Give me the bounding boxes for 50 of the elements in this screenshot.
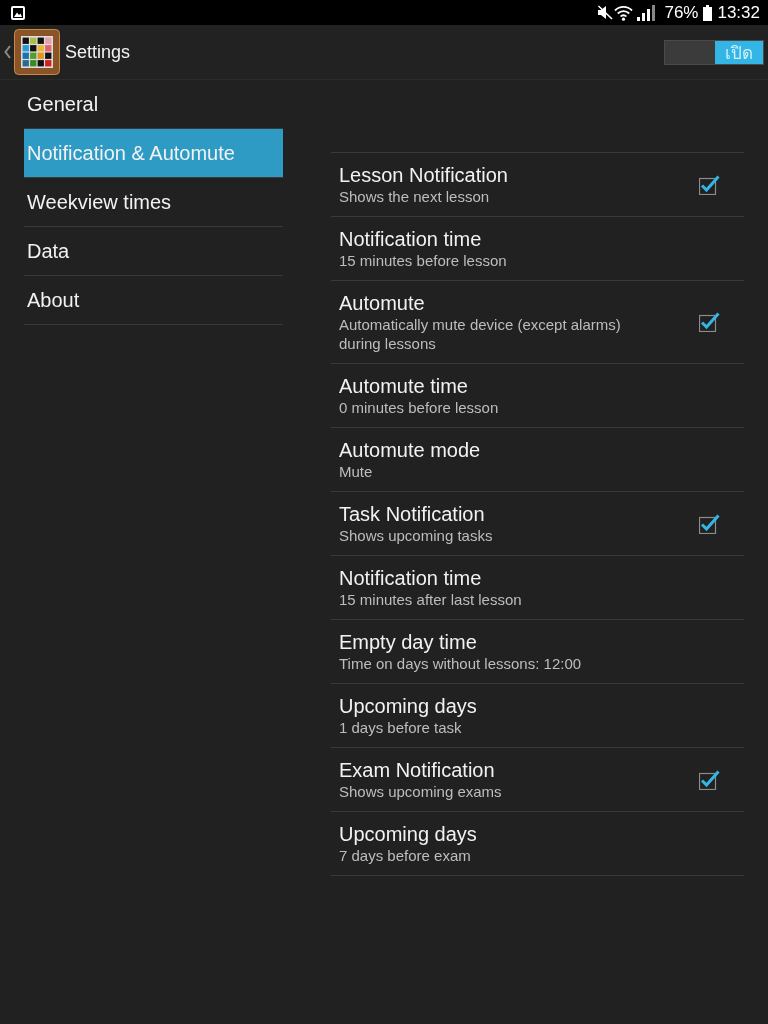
preference-summary: 0 minutes before lesson: [339, 398, 499, 417]
preference-summary: Automatically mute device (except alarms) during lessons: [339, 315, 622, 353]
battery-icon: [703, 4, 713, 21]
preference-row[interactable]: Automute mode Mute: [331, 428, 744, 492]
preference-summary: 7 days before exam: [339, 846, 471, 865]
preference-summary: 1 days before task: [339, 718, 462, 737]
app-icon[interactable]: [14, 29, 60, 75]
preference-row[interactable]: Notification time 15 minutes before lesson: [331, 217, 744, 281]
signal-icon: [637, 4, 656, 21]
preference-title: Empty day time: [339, 630, 477, 654]
preference-title: Notification time: [339, 566, 482, 590]
preference-title: Automute time: [339, 374, 468, 398]
checkbox[interactable]: [699, 769, 720, 790]
battery-percentage: 76%: [664, 2, 699, 23]
preference-summary: Shows upcoming exams: [339, 782, 502, 801]
preference-row[interactable]: Lesson Notification Shows the next lesson: [331, 153, 744, 217]
preference-summary: Mute: [339, 462, 373, 481]
sidebar-item[interactable]: About: [24, 276, 283, 325]
clock: 13:32: [717, 2, 760, 23]
checkbox[interactable]: [699, 513, 720, 534]
preference-row[interactable]: Exam Notification Shows upcoming exams: [331, 748, 744, 812]
preference-title: Lesson Notification: [339, 163, 508, 187]
preference-row[interactable]: Automute time 0 minutes before lesson: [331, 364, 744, 428]
preference-row[interactable]: Notification time 15 minutes after last lesson: [331, 556, 744, 620]
preference-title: Task Notification: [339, 502, 485, 526]
wifi-icon: [614, 4, 634, 21]
preference-summary: 15 minutes before lesson: [339, 251, 507, 270]
checkbox[interactable]: [699, 312, 720, 332]
sidebar-item[interactable]: Data: [24, 227, 283, 276]
preference-summary: Time on days without lessons: 12:00: [339, 654, 582, 673]
preference-summary: 15 minutes after last lesson: [339, 590, 522, 609]
preference-title: Exam Notification: [339, 758, 495, 782]
image-notification-icon: [11, 5, 25, 20]
preference-title: Automute: [339, 291, 425, 315]
preference-row[interactable]: Automute Automatically mute device (except alarms) during lessons: [331, 281, 744, 364]
preference-row[interactable]: Upcoming days 7 days before exam: [331, 812, 744, 876]
preference-title: Notification time: [339, 227, 482, 251]
preference-title: Upcoming days: [339, 694, 477, 718]
mute-icon: [597, 5, 614, 20]
preference-title: Automute mode: [339, 438, 481, 462]
screen-title: Settings: [65, 41, 131, 63]
preference-summary: Shows upcoming tasks: [339, 526, 493, 545]
preference-row[interactable]: Empty day time Time on days without lessons: 12:00: [331, 620, 744, 684]
preference-summary: Shows the next lesson: [339, 187, 490, 206]
preference-title: Upcoming days: [339, 822, 477, 846]
sidebar-item[interactable]: Weekview times: [24, 178, 283, 227]
preference-row[interactable]: Upcoming days 1 days before task: [331, 684, 744, 748]
preference-row[interactable]: Task Notification Shows upcoming tasks: [331, 492, 744, 556]
checkbox[interactable]: [699, 174, 720, 195]
back-caret-icon[interactable]: [4, 45, 11, 59]
